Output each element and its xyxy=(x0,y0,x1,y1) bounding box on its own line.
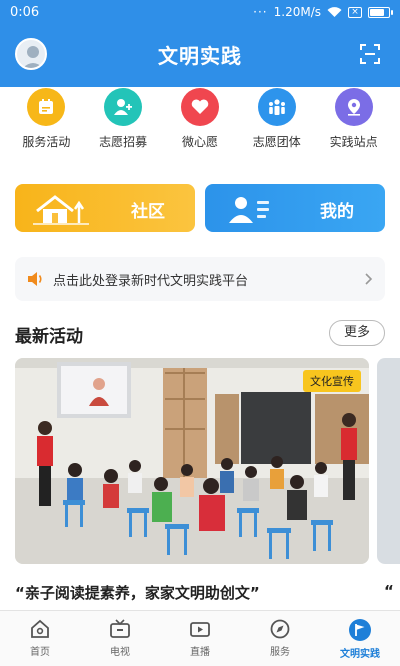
quick-item-volunteer-recruit[interactable]: 志愿招募 xyxy=(85,88,161,158)
nav-civilization-practice[interactable]: 文明实践 xyxy=(320,611,400,666)
bottom-nav: 首页 电视 直播 服务 文明实践 xyxy=(0,610,400,666)
avatar[interactable] xyxy=(15,38,47,70)
more-button[interactable]: 更多 xyxy=(329,320,385,346)
wifi-icon xyxy=(327,6,342,17)
activity-card[interactable]: 文化宣传 xyxy=(15,358,369,564)
nav-live[interactable]: 直播 xyxy=(160,611,240,666)
signal-dots-icon: ··· xyxy=(253,5,268,19)
person-card-icon xyxy=(229,197,269,223)
scan-icon[interactable] xyxy=(360,44,380,64)
home-icon xyxy=(31,619,49,638)
next-activity-card[interactable] xyxy=(377,358,400,564)
next-activity-title[interactable]: “ xyxy=(384,582,394,600)
calendar-icon xyxy=(27,88,66,126)
nav-service[interactable]: 服务 xyxy=(240,611,320,666)
category-tag: 文化宣传 xyxy=(303,370,361,392)
network-speed: 1.20M/s xyxy=(273,5,321,19)
speaker-icon xyxy=(28,272,42,286)
chevron-right-icon xyxy=(365,273,373,285)
big-button-row: 社区 我的 xyxy=(15,184,385,232)
nav-tv[interactable]: 电视 xyxy=(80,611,160,666)
compass-icon xyxy=(270,619,290,639)
quick-icon-row: 服务活动 志愿招募 微心愿 志愿团体 实践站点 xyxy=(0,88,400,158)
status-bar: 0:06 ··· 1.20M/s × xyxy=(0,0,400,24)
nav-label: 文明实践 xyxy=(340,649,380,660)
quick-item-micro-wish[interactable]: 微心愿 xyxy=(162,88,238,158)
house-icon xyxy=(33,195,89,225)
group-icon xyxy=(257,88,296,126)
heart-icon xyxy=(180,88,219,126)
quick-item-label: 志愿招募 xyxy=(99,135,148,149)
battery-icon xyxy=(368,6,393,18)
quick-item-label: 志愿团体 xyxy=(252,135,301,149)
quick-item-service-activity[interactable]: 服务活动 xyxy=(8,88,84,158)
no-sim-icon: × xyxy=(348,6,362,18)
mine-button[interactable]: 我的 xyxy=(205,184,385,232)
quick-item-label: 服务活动 xyxy=(22,135,71,149)
quick-item-volunteer-group[interactable]: 志愿团体 xyxy=(239,88,315,158)
live-video-icon xyxy=(190,622,210,637)
section-title-latest: 最新活动 xyxy=(15,327,83,347)
status-time: 0:06 xyxy=(10,4,40,20)
notice-text: 点击此处登录新时代文明实践平台 xyxy=(53,273,249,289)
add-user-icon xyxy=(104,88,143,126)
flag-icon xyxy=(349,619,371,641)
mine-label: 我的 xyxy=(320,202,354,222)
nav-label: 首页 xyxy=(30,647,50,658)
login-notice-bar[interactable]: 点击此处登录新时代文明实践平台 xyxy=(15,257,385,301)
nav-home[interactable]: 首页 xyxy=(0,611,80,666)
location-pin-icon xyxy=(334,88,373,126)
tv-icon xyxy=(110,619,130,638)
page-title: 文明实践 xyxy=(158,43,242,68)
top-bar: 0:06 ··· 1.20M/s × 文明实践 xyxy=(0,0,400,87)
nav-label: 直播 xyxy=(190,647,210,658)
nav-label: 服务 xyxy=(270,647,290,658)
quick-item-label: 微心愿 xyxy=(181,135,218,149)
quick-item-label: 实践站点 xyxy=(329,135,378,149)
app-header: 文明实践 xyxy=(0,24,400,84)
community-label: 社区 xyxy=(131,202,165,222)
activity-title[interactable]: “亲子阅读提素养，家家文明助创文” xyxy=(15,582,260,603)
community-button[interactable]: 社区 xyxy=(15,184,195,232)
nav-label: 电视 xyxy=(110,647,130,658)
quick-item-practice-site[interactable]: 实践站点 xyxy=(316,88,392,158)
